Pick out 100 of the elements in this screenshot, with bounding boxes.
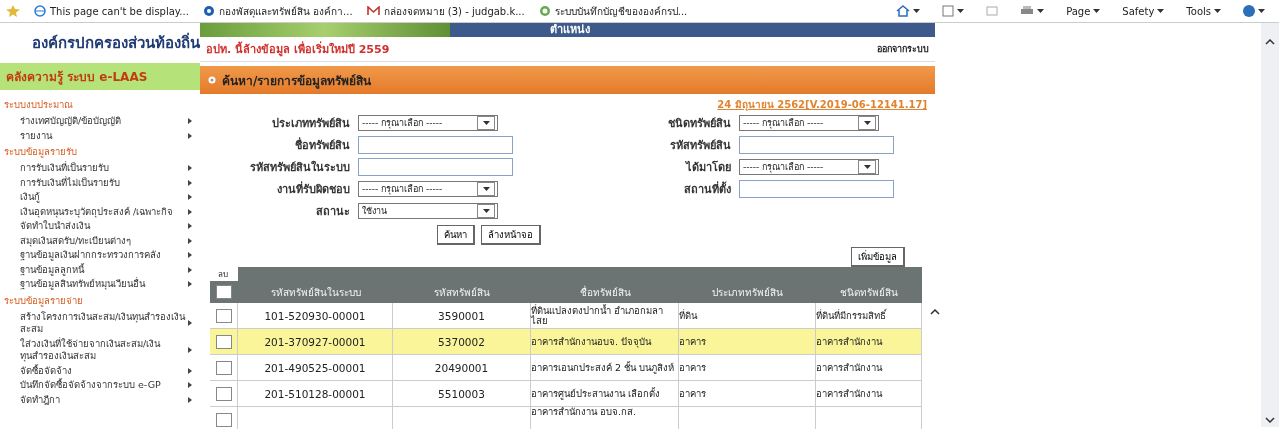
table-cell: อาคารสำนักงานอบจ. ปัจจุบัน [531, 336, 652, 347]
scroll-up-icon[interactable] [930, 309, 940, 315]
row-checkbox[interactable] [215, 386, 232, 401]
scrollbar[interactable] [1261, 23, 1279, 427]
table-cell: ที่ดิน [679, 310, 697, 321]
field-label: งานที่รับผิดชอบ [276, 180, 350, 198]
sidebar-item[interactable]: บันทึกจัดซื้อจัดจ้างจากระบบ e-GP [0, 378, 200, 393]
dropdown[interactable]: ใช้งาน [358, 203, 498, 219]
select-all-checkbox[interactable] [216, 285, 232, 299]
row-checkbox[interactable] [215, 412, 232, 427]
sidebar-item[interactable]: จัดซื้อจัดจ้าง [0, 363, 200, 378]
sidebar-heading: ระบบงบประมาณ [3, 98, 74, 112]
dropdown[interactable]: ----- กรุณาเลือก ----- [739, 115, 879, 131]
header-banner: ตำแหน่ง [200, 23, 935, 37]
org-title: องค์กรปกครองส่วนท้องถิ่น [31, 31, 200, 54]
column-header[interactable]: ชนิดทรัพย์สิน [816, 284, 922, 300]
triangle-icon [188, 320, 192, 326]
table-row[interactable]: 201-490525-00001 20490001 อาคารเอนกประสงค์ 2 ชั้น บนภูสิงห์ อาคาร อาคารสำนักงาน [210, 355, 922, 381]
column-header[interactable]: ชื่อทรัพย์สิน [531, 284, 679, 300]
triangle-icon [188, 347, 192, 353]
table-cell: อาคารศูนย์ประสานงาน เลือกตั้ง [531, 388, 661, 399]
dropdown[interactable]: ----- กรุณาเลือก ----- [358, 115, 498, 131]
sidebar-item[interactable]: เงินอุดหนุนระบุวัตถุประสงค์ /เฉพาะกิจ [0, 204, 200, 219]
column-header[interactable]: ประเภททรัพย์สิน [679, 284, 816, 300]
triangle-icon [188, 367, 192, 374]
star-icon[interactable] [6, 5, 20, 17]
chevron-icon [863, 165, 871, 169]
date-version: 24 มิถุนายน 2562[V.2019-06-12141.17] [716, 98, 927, 112]
table-cell: 101-520930-00001 [264, 309, 366, 322]
form-button[interactable]: ค้นหา [436, 225, 475, 245]
favorite-link[interactable]: ระบบบันทึกบัญชีขององค์กรป... [538, 3, 688, 19]
column-header[interactable]: รหัสทรัพย์สินในระบบ [238, 284, 393, 300]
print-icon[interactable] [1020, 5, 1035, 17]
knowledge-link[interactable]: คลังความรู้ ระบบ e-LAAS [0, 63, 200, 90]
chevron-icon [863, 121, 871, 125]
sidebar-item[interactable]: การรับเงินที่เป็นรายรับ [0, 161, 200, 176]
add-button[interactable]: เพิ่มข้อมูล [851, 247, 905, 267]
sidebar-item[interactable]: จัดทำใบนำส่งเงิน [0, 219, 200, 234]
row-checkbox[interactable] [215, 360, 232, 375]
table-row[interactable]: 201-510128-00001 5510003 อาคารศูนย์ประสานงาน เลือกตั้ง อาคาร อาคารสำนักงาน [210, 381, 922, 407]
field-label: รหัสทรัพย์สิน [669, 138, 731, 154]
field-label: ชื่อทรัพย์สิน [294, 136, 350, 154]
notice-text: อปท. นี้ล้างข้อมูล เพื่อเริ่มใหม่ปี 2559 [206, 40, 390, 58]
column-header[interactable]: รหัสทรัพย์สิน [393, 284, 531, 300]
sidebar-item[interactable]: รายงาน [0, 128, 200, 143]
table-cell: 201-370927-00001 [264, 335, 366, 348]
logout-link[interactable]: ออกจากระบบ [877, 42, 929, 56]
favorite-link[interactable]: This page can't be display... [34, 5, 189, 17]
caret-icon [913, 9, 921, 13]
form-button[interactable]: ล้างหน้าจอ [480, 225, 541, 245]
caret-icon [1093, 9, 1101, 13]
dropdown[interactable]: ----- กรุณาเลือก ----- [739, 159, 879, 175]
table-row[interactable]: 201-370927-00001 5370002 อาคารสำนักงานอบจ. ปัจจุบัน อาคาร อาคารสำนักงาน [210, 329, 922, 355]
table-cell: อาคารสำนักงาน [816, 388, 882, 399]
triangle-icon [188, 281, 192, 288]
bullet-icon [208, 76, 216, 84]
text-field[interactable] [358, 158, 513, 176]
caret-icon [1157, 9, 1165, 13]
chevron-icon [482, 187, 490, 191]
table-cell: อาคาร [679, 388, 706, 399]
sidebar-heading: ระบบข้อมูลรายจ่าย [3, 293, 84, 309]
table-cell: อาคารสำนักงาน [816, 336, 882, 347]
sidebar-heading: ระบบข้อมูลรายรับ [3, 145, 78, 160]
row-checkbox[interactable] [215, 308, 232, 323]
caret-icon [1214, 9, 1221, 13]
sidebar-item[interactable]: ฐานข้อมูลเงินฝากกระทรวงการคลัง [0, 248, 200, 263]
table-cell: 3590001 [438, 309, 485, 322]
sidebar-item[interactable]: เงินกู้ [0, 190, 200, 205]
favorite-link[interactable]: กล่องจดหมาย (3) - judgab.k... [366, 3, 525, 19]
sidebar-item[interactable]: สมุดเงินสดรับ/ทะเบียนต่างๆ [0, 233, 200, 248]
table-cell-text: ที่ดินแปลงตงปากน้ำ อำเภอกมลาไสย [531, 305, 665, 326]
home-icon[interactable] [896, 5, 911, 17]
table-cell: 201-510128-00001 [264, 387, 366, 400]
toolbar-menu[interactable]: Page [1066, 5, 1101, 17]
favorite-link[interactable]: กองพัสดุและทรัพย์สิน องค์กา... [202, 3, 353, 19]
text-field[interactable] [358, 136, 513, 154]
field-label: ประเภททรัพย์สิน [271, 116, 350, 132]
field-label: สถานที่ตั้ง [683, 180, 731, 198]
table-cell: ที่ดินที่มีกรรมสิทธิ์ [816, 310, 886, 321]
toolbar-menu[interactable]: Tools [1186, 5, 1221, 17]
scroll-up-icon[interactable] [1265, 39, 1275, 45]
scroll-down-icon[interactable] [1265, 417, 1275, 423]
row-checkbox[interactable] [215, 334, 232, 349]
table-cell: อาคาร [679, 336, 706, 347]
sidebar-item[interactable]: ฐานข้อมูลลูกหนี้ [0, 262, 200, 277]
text-field[interactable] [739, 136, 894, 154]
delete-label: ลบ [217, 269, 229, 281]
globe-icon [34, 5, 46, 17]
text-field[interactable] [739, 180, 894, 198]
sidebar-item[interactable]: การรับเงินที่ไม่เป็นรายรับ [0, 175, 200, 190]
table-cell: 201-490525-00001 [264, 361, 366, 374]
sidebar-item[interactable]: ใส่วงเงินที่ใช้จ่ายจากเงินสะสม/เงินทุนสำรองเงินสะสม [0, 336, 200, 364]
sidebar-item[interactable]: สร้างโครงการเงินสะสม/เงินทุนสำรองเงินสะสม [0, 309, 200, 337]
table-cell: อาคาร [679, 362, 706, 373]
sidebar-item[interactable]: ฐานข้อมูลสินทรัพย์หมุนเวียนอื่น [0, 277, 200, 292]
toolbar-menu[interactable]: Safety [1122, 5, 1165, 17]
table-row[interactable]: อาคารสำนักงาน อบจ.กส. [210, 407, 922, 429]
sidebar-item[interactable]: ร่างเทศบัญญัติ/ข้อบัญญัติ [0, 114, 200, 129]
sidebar-item[interactable]: จัดทำฎีกา [0, 392, 200, 407]
dropdown[interactable]: ----- กรุณาเลือก ----- [358, 181, 498, 197]
